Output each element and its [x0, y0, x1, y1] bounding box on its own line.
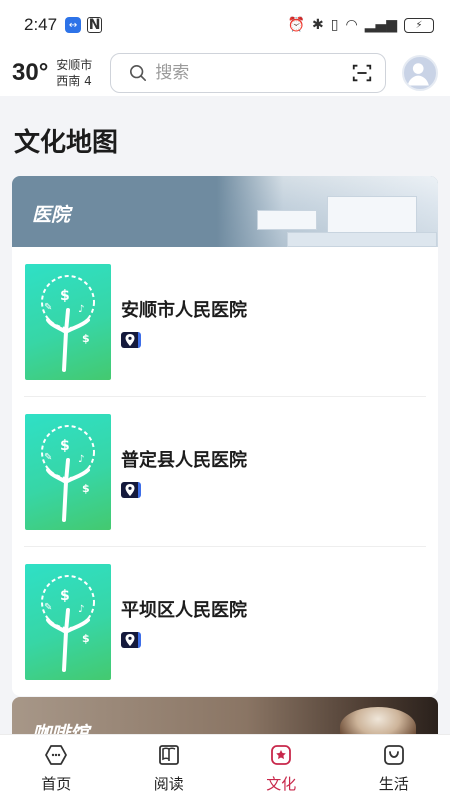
category-banner[interactable]: 医院: [12, 176, 438, 247]
signal-icon: ▂▄▆: [364, 17, 397, 33]
svg-text:✎: ✎: [44, 302, 52, 313]
wifi-icon: ◠: [345, 17, 358, 33]
list-item[interactable]: $ ✎ ♪ $ 平坝区人民医院: [24, 547, 426, 696]
tab-life[interactable]: 生活: [338, 735, 450, 800]
tree-icon: $ ✎ ♪ $: [41, 575, 95, 672]
category-title: 医院: [32, 204, 71, 226]
place-name: 平坝区人民医院: [121, 600, 247, 621]
bottom-tabbar: 首页 阅读 文化 生活: [0, 734, 450, 800]
tab-culture[interactable]: 文化: [225, 735, 338, 800]
battery-icon: ⚡: [404, 17, 434, 33]
top-header: 30° 安顺市 西南 4: [0, 50, 450, 96]
tab-label: 生活: [378, 775, 409, 793]
status-time: 2:47: [24, 15, 58, 34]
location-pin-icon[interactable]: [121, 481, 141, 498]
culture-icon: [271, 745, 292, 765]
svg-text:✎: ✎: [44, 602, 52, 613]
scan-icon[interactable]: [351, 62, 373, 84]
page-title: 文化地图: [14, 128, 119, 158]
book-icon: [158, 745, 179, 765]
weather-city: 安顺市: [56, 58, 93, 72]
svg-text:$: $: [82, 482, 90, 495]
search-icon: [130, 64, 147, 82]
tab-read[interactable]: 阅读: [113, 735, 226, 800]
svg-text:$: $: [60, 438, 70, 454]
avatar[interactable]: [402, 55, 438, 91]
tab-label: 阅读: [153, 775, 184, 793]
list-item[interactable]: $ ✎ ♪ $ 普定县人民医院: [24, 397, 426, 547]
user-icon: [407, 63, 429, 86]
vibrate-icon: ▯: [330, 17, 339, 33]
search-input[interactable]: [155, 63, 352, 83]
app-notification-icon: ↔: [65, 17, 82, 33]
list-item[interactable]: $ ✎ ♪ $ 安顺市人民医院: [24, 247, 426, 397]
status-icons: ⏰ ✱ ▯ ◠ ▂▄▆ ⚡: [288, 17, 434, 33]
search-box[interactable]: [110, 53, 387, 93]
home-icon: [45, 745, 68, 765]
tab-label: 文化: [266, 775, 297, 793]
svg-text:$: $: [82, 332, 90, 345]
tree-icon: $ ✎ ♪ $: [41, 274, 95, 372]
tab-home[interactable]: 首页: [0, 735, 113, 800]
status-bar: 2:47 ↔ N ⏰ ✱ ▯ ◠ ▂▄▆ ⚡: [0, 0, 450, 50]
alarm-icon: ⏰: [287, 17, 306, 33]
svg-text:$: $: [60, 588, 70, 604]
location-pin-icon[interactable]: [121, 331, 141, 348]
tab-label: 首页: [41, 775, 72, 793]
location-pin-icon[interactable]: [121, 632, 141, 648]
place-name: 普定县人民医院: [121, 449, 247, 471]
place-thumbnail: $ ✎ ♪ $: [25, 564, 111, 680]
weather-wind: 西南 4: [56, 74, 92, 88]
category-card: 医院 $ ✎ ♪ $ 安顺市人民医院 $ ✎ ♪ $ 普定县人民医院 $ ✎ ♪…: [12, 176, 438, 696]
nfc-icon: N: [87, 17, 103, 33]
tree-icon: $ ✎ ♪ $: [41, 424, 95, 522]
place-name: 安顺市人民医院: [121, 299, 247, 321]
svg-text:♪: ♪: [78, 454, 84, 465]
svg-text:✎: ✎: [44, 452, 52, 463]
svg-text:♪: ♪: [78, 304, 84, 315]
banner-photo: [217, 176, 438, 247]
place-thumbnail: $ ✎ ♪ $: [25, 413, 111, 530]
svg-text:$: $: [60, 288, 70, 304]
place-thumbnail: $ ✎ ♪ $: [25, 263, 111, 380]
weather-temperature[interactable]: 30°: [12, 59, 48, 87]
svg-text:$: $: [82, 632, 90, 645]
place-list: $ ✎ ♪ $ 安顺市人民医院 $ ✎ ♪ $ 普定县人民医院 $ ✎ ♪ $ …: [12, 247, 438, 696]
svg-text:♪: ♪: [78, 604, 84, 615]
weather-meta: 安顺市 西南 4: [56, 57, 92, 89]
bluetooth-icon: ✱: [312, 17, 324, 33]
life-bag-icon: [383, 745, 404, 765]
